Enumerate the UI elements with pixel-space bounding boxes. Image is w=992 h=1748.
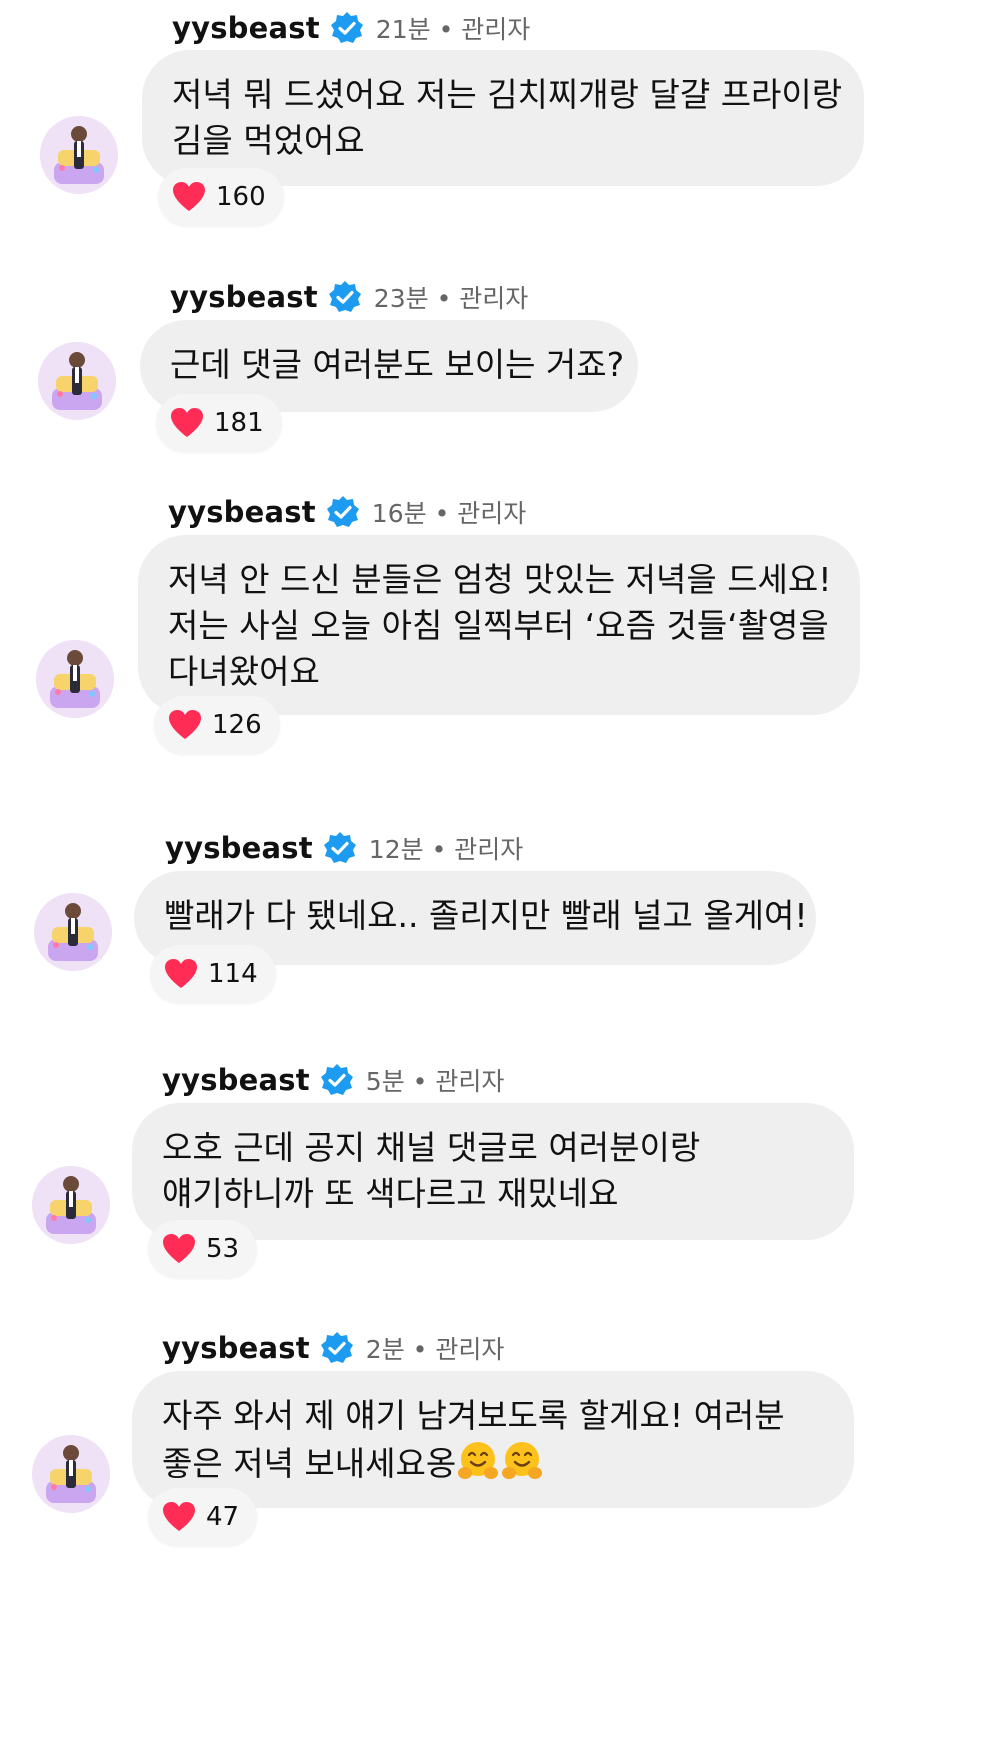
comment-header: yysbeast 5분 • 관리자 xyxy=(162,1060,504,1100)
comment-time: 5분 xyxy=(365,1067,405,1096)
heart-icon xyxy=(162,1501,196,1533)
hugging-face-emoji-icon xyxy=(500,1439,544,1483)
comment-text-line: 저녁 뭐 드셨어요 저는 김치찌개랑 달걀 프라이랑 xyxy=(172,75,843,114)
like-button[interactable]: 53 xyxy=(148,1220,258,1278)
meta-separator: • xyxy=(431,835,447,864)
comment-meta: 2분 • 관리자 xyxy=(366,1330,505,1366)
comment-bubble: 저녁 뭐 드셨어요 저는 김치찌개랑 달걀 프라이랑 김을 먹었어요 xyxy=(142,50,864,186)
verified-badge-icon xyxy=(326,495,360,529)
comment-meta: 5분 • 관리자 xyxy=(366,1062,505,1098)
username[interactable]: yysbeast xyxy=(168,495,316,529)
verified-badge-icon xyxy=(328,280,362,314)
heart-icon xyxy=(172,181,206,213)
comment-meta: 21분 • 관리자 xyxy=(376,10,530,46)
like-count: 160 xyxy=(216,182,266,212)
comment-bubble: 오호 근데 공지 채널 댓글로 여러분이랑 얘기하니까 또 색다르고 재밌네요 xyxy=(132,1103,854,1240)
comment-text-line: 다녀왔어요 xyxy=(168,652,320,691)
comment-text-line: 자주 와서 제 얘기 남겨보도록 할게요! 여러분 xyxy=(162,1396,785,1435)
hugging-face-emoji-icon xyxy=(456,1439,500,1483)
heart-icon xyxy=(170,407,204,439)
like-button[interactable]: 126 xyxy=(154,696,280,754)
avatar[interactable] xyxy=(32,1435,110,1513)
comment-time: 23분 xyxy=(373,284,429,313)
comment-text-line: 근데 댓글 여러분도 보이는 거죠? xyxy=(170,345,625,384)
verified-badge-icon xyxy=(320,1063,354,1097)
comment-time: 12분 xyxy=(368,835,424,864)
heart-icon xyxy=(168,709,202,741)
comment-meta: 16분 • 관리자 xyxy=(372,494,526,530)
meta-separator: • xyxy=(436,284,452,313)
verified-badge-icon xyxy=(330,11,364,45)
username[interactable]: yysbeast xyxy=(165,831,313,865)
comment-header: yysbeast 23분 • 관리자 xyxy=(170,277,528,317)
comment-text-line: 저는 사실 오늘 아침 일찍부터 ‘요즘 것들‘촬영을 xyxy=(168,606,829,645)
comment-text-line: 얘기하니까 또 색다르고 재밌네요 xyxy=(162,1174,619,1213)
like-button[interactable]: 160 xyxy=(158,168,284,226)
comment-header: yysbeast 16분 • 관리자 xyxy=(168,492,526,532)
meta-separator: • xyxy=(412,1067,428,1096)
role-label: 관리자 xyxy=(435,1335,505,1364)
verified-badge-icon xyxy=(323,831,357,865)
verified-badge-icon xyxy=(320,1331,354,1365)
avatar[interactable] xyxy=(32,1166,110,1244)
comment-text-line: 빨래가 다 됐네요.. 졸리지만 빨래 널고 올게여! xyxy=(164,896,808,935)
username[interactable]: yysbeast xyxy=(162,1063,310,1097)
like-button[interactable]: 47 xyxy=(148,1488,258,1546)
avatar[interactable] xyxy=(40,116,118,194)
username[interactable]: yysbeast xyxy=(172,11,320,45)
comment-time: 21분 xyxy=(375,15,431,44)
comment-text-line: 김을 먹었어요 xyxy=(172,121,365,160)
comment-header: yysbeast 21분 • 관리자 xyxy=(172,8,530,48)
like-button[interactable]: 114 xyxy=(150,945,276,1003)
avatar[interactable] xyxy=(34,893,112,971)
avatar[interactable] xyxy=(38,342,116,420)
heart-icon xyxy=(162,1233,196,1265)
like-count: 53 xyxy=(206,1234,240,1264)
role-label: 관리자 xyxy=(454,835,524,864)
username[interactable]: yysbeast xyxy=(162,1331,310,1365)
comment-text-line-with-emoji: 좋은 저녁 보내세요옹 xyxy=(162,1439,824,1487)
comment-text-line: 저녁 안 드신 분들은 엄청 맛있는 저녁을 드세요! xyxy=(168,560,832,599)
role-label: 관리자 xyxy=(457,499,527,528)
comment-bubble: 자주 와서 제 얘기 남겨보도록 할게요! 여러분 좋은 저녁 보내세요옹 xyxy=(132,1371,854,1508)
comment-text-line: 좋은 저녁 보내세요옹 xyxy=(162,1444,457,1483)
like-count: 126 xyxy=(212,710,262,740)
comment-time: 16분 xyxy=(371,499,427,528)
username[interactable]: yysbeast xyxy=(170,280,318,314)
role-label: 관리자 xyxy=(461,15,531,44)
like-count: 181 xyxy=(214,408,264,438)
role-label: 관리자 xyxy=(459,284,529,313)
comment-header: yysbeast 2분 • 관리자 xyxy=(162,1328,504,1368)
meta-separator: • xyxy=(434,499,450,528)
role-label: 관리자 xyxy=(435,1067,505,1096)
like-button[interactable]: 181 xyxy=(156,394,282,452)
comment-text-line: 오호 근데 공지 채널 댓글로 여러분이랑 xyxy=(162,1128,701,1167)
comment-meta: 12분 • 관리자 xyxy=(369,830,523,866)
avatar[interactable] xyxy=(36,640,114,718)
like-count: 114 xyxy=(208,959,258,989)
like-count: 47 xyxy=(206,1502,240,1532)
comment-bubble: 저녁 안 드신 분들은 엄청 맛있는 저녁을 드세요! 저는 사실 오늘 아침 … xyxy=(138,535,860,715)
meta-separator: • xyxy=(412,1335,428,1364)
comment-time: 2분 xyxy=(365,1335,405,1364)
meta-separator: • xyxy=(438,15,454,44)
comment-meta: 23분 • 관리자 xyxy=(374,279,528,315)
heart-icon xyxy=(164,958,198,990)
comment-header: yysbeast 12분 • 관리자 xyxy=(165,828,523,868)
